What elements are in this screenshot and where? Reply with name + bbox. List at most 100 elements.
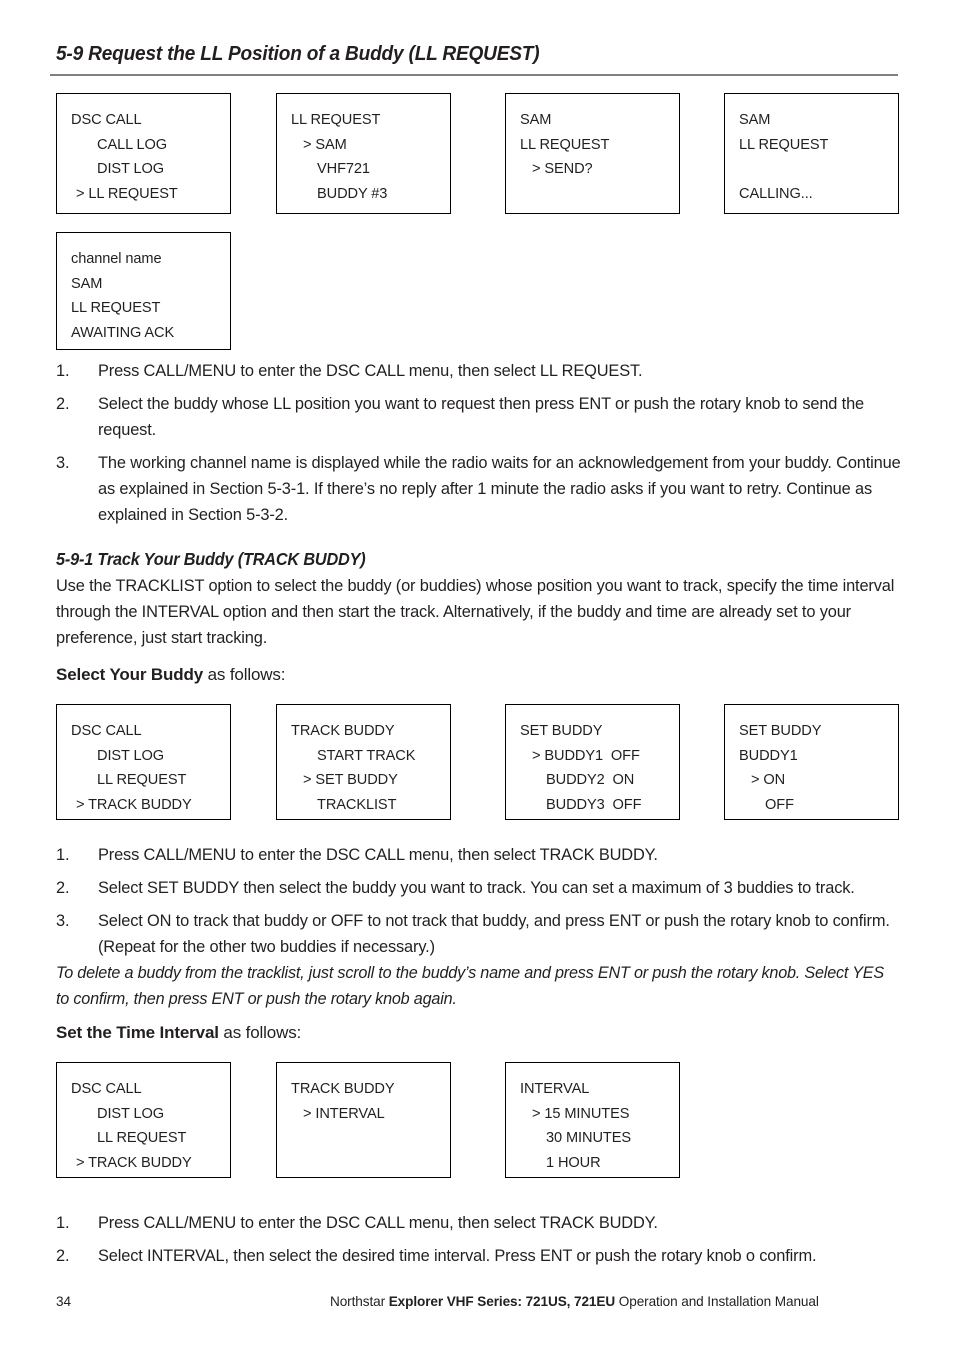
screen-line: BUDDY1 [739,747,798,764]
screen-line: CALL LOG [97,136,168,153]
step-item: 2. Select INTERVAL, then select the desir… [56,1243,901,1269]
lcd-screen-r3-2: TRACK BUDDY START TRACK > SET BUDDY TRACKLI… [276,704,451,820]
screen-line: LL REQUEST [291,112,381,128]
screen-line: SAM [71,275,103,292]
screen-line: SET BUDDY [739,723,822,739]
lcd-screen-r1-4: SAM LL REQUEST CALLING... [724,93,899,214]
screen-line: DIST LOG [97,1105,165,1122]
footer-manual-title: Northstar Explorer VHF Series: 721US, 72… [330,1294,819,1309]
screen-line: LL REQUEST [71,300,161,316]
step-item: 1. Press CALL/MENU to enter the DSC CALL … [56,358,901,384]
screen-line: LL REQUEST [97,772,187,788]
step-text: Select SET BUDDY then select the buddy y… [98,879,855,897]
screen-line: START TRACK [317,747,416,764]
footer-text-bold: Explorer VHF Series: 721US, 721EU [388,1294,616,1309]
lcd-screen-r3-4: SET BUDDY BUDDY1 > ON OFF [724,704,899,820]
set-interval-label-bold: Set the Time Interval [56,1023,219,1042]
select-buddy-label-bold: Select Your Buddy [56,665,204,684]
screen-line: channel name [71,251,162,267]
screen-line: SET BUDDY [520,723,603,739]
step-item: 3. The working channel name is displayed … [56,450,901,528]
screen-line: LL REQUEST [520,136,610,153]
screen-line: > ON [751,772,786,788]
screen-line: SAM [739,112,771,128]
step-number: 1. [56,1214,70,1232]
screen-line: BUDDY #3 [317,185,388,202]
step-item: 2. Select the buddy whose LL position you… [56,391,901,443]
screen-line: LL REQUEST [97,1130,187,1146]
step-item: 3. Select ON to track that buddy or OFF t… [56,908,901,960]
screen-line: LL REQUEST [739,136,829,153]
lcd-screen-r4-2: TRACK BUDDY > INTERVAL [276,1062,451,1178]
select-buddy-label: Select Your Buddy as follows: [56,663,285,687]
select-buddy-label-rest: as follows: [203,665,286,684]
lcd-screen-r1-2: LL REQUEST > SAM VHF721 BUDDY #3 [276,93,451,214]
screen-line: CALLING... [739,185,813,202]
step-item: 1. Press CALL/MENU to enter the DSC CALL … [56,1210,901,1236]
screen-line: > SET BUDDY [303,772,398,788]
set-interval-label-rest: as follows: [218,1023,302,1042]
step-text: Select INTERVAL, then select the desired… [98,1247,817,1265]
screen-line: VHF721 [317,161,370,177]
screen-line: > INTERVAL [303,1105,385,1122]
step-text: Select the buddy whose LL position you w… [98,395,865,439]
screen-line: BUDDY2 ON [546,772,635,788]
steps-list-3: 1. Press CALL/MENU to enter the DSC CALL … [56,1210,901,1276]
lcd-screen-r4-1: DSC CALL DIST LOG LL REQUEST > TRACK BUDDY [56,1062,231,1178]
screen-line: 30 MINUTES [546,1130,631,1146]
screen-line: > TRACK BUDDY [76,1154,192,1171]
page-title: 5-9 Request the LL Position of a Buddy (… [56,42,540,65]
lcd-screen-r2-1: channel name SAM LL REQUEST AWAITING ACK [56,232,231,350]
lcd-screen-r4-3: INTERVAL > 15 MINUTES 30 MINUTES 1 HOUR [505,1062,680,1178]
lcd-screen-r1-3: SAM LL REQUEST > SEND? [505,93,680,214]
screen-line: BUDDY3 OFF [546,796,642,813]
screen-line: DIST LOG [97,747,165,764]
step-number: 2. [56,1247,70,1265]
step-number: 2. [56,879,70,897]
step-text: The working channel name is displayed wh… [98,454,901,524]
steps-list-1: 1. Press CALL/MENU to enter the DSC CALL … [56,358,901,535]
step-text: Press CALL/MENU to enter the DSC CALL me… [98,362,643,380]
set-interval-label: Set the Time Interval as follows: [56,1021,301,1045]
lcd-screen-r1-1: DSC CALL CALL LOG DIST LOG > LL REQUEST [56,93,231,214]
step-number: 2. [56,395,70,413]
screen-line: > TRACK BUDDY [76,796,192,813]
screen-line: DSC CALL [71,1081,142,1097]
lcd-screen-r3-1: DSC CALL DIST LOG LL REQUEST > TRACK BUDDY [56,704,231,820]
screen-line: 1 HOUR [546,1154,601,1171]
title-rule [50,74,898,76]
screen-line: OFF [765,796,794,813]
screen-line: > BUDDY1 OFF [532,747,640,764]
subsection-intro: Use the TRACKLIST option to select the b… [56,577,895,647]
step-item: 1. Press CALL/MENU to enter the DSC CALL … [56,842,901,868]
steps-list-2: 1. Press CALL/MENU to enter the DSC CALL … [56,842,901,967]
screen-line: SAM [520,112,552,128]
subsection-title: 5-9-1 Track Your Buddy (TRACK BUDDY) [56,549,366,569]
delete-buddy-note: To delete a buddy from the tracklist, ju… [56,964,884,1008]
screen-line: TRACK BUDDY [291,1081,395,1097]
lcd-screen-r3-3: SET BUDDY > BUDDY1 OFF BUDDY2 ON BUDDY3 OFF [505,704,680,820]
footer-page-number: 34 [56,1294,72,1309]
document-page: 5-9 Request the LL Position of a Buddy (… [0,0,954,1347]
screen-line: DIST LOG [97,161,165,177]
screen-line: > SEND? [532,161,593,177]
screen-line: INTERVAL [520,1081,590,1097]
step-number: 1. [56,846,70,864]
screen-line: AWAITING ACK [71,324,175,341]
step-number: 1. [56,362,70,380]
footer-text-post: Operation and Installation Manual [615,1294,819,1309]
step-text: Press CALL/MENU to enter the DSC CALL me… [98,1214,658,1232]
footer-text-pre: Northstar [330,1294,389,1309]
step-number: 3. [56,454,70,472]
step-text: Select ON to track that buddy or OFF to … [98,912,890,956]
screen-line: DSC CALL [71,112,142,128]
screen-line: DSC CALL [71,723,142,739]
screen-line: TRACKLIST [317,796,397,813]
step-text: Press CALL/MENU to enter the DSC CALL me… [98,846,658,864]
step-number: 3. [56,912,70,930]
screen-line: > SAM [303,136,347,153]
screen-line: TRACK BUDDY [291,723,395,739]
screen-line: > LL REQUEST [76,185,178,202]
screen-line: > 15 MINUTES [532,1105,630,1122]
step-item: 2. Select SET BUDDY then select the buddy… [56,875,901,901]
